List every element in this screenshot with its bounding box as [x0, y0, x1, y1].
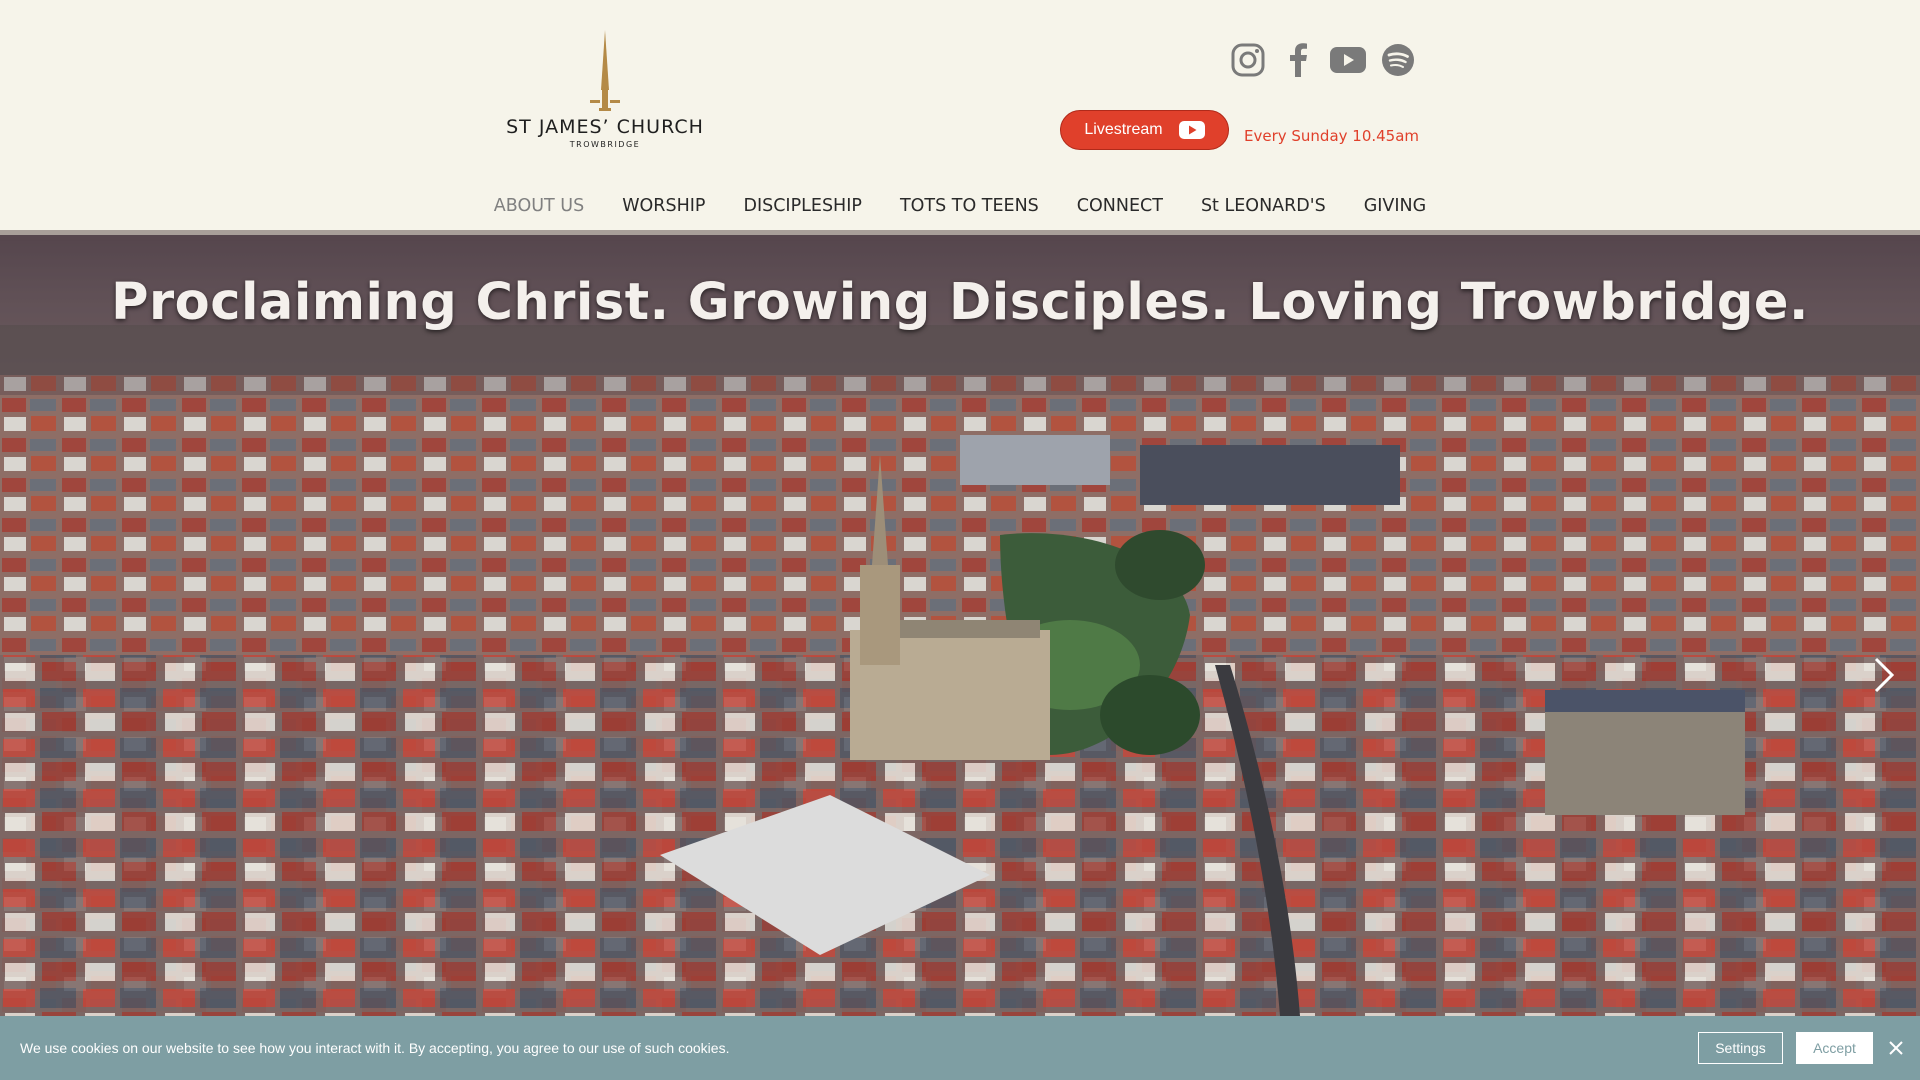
youtube-icon[interactable] [1330, 42, 1366, 78]
hero-banner: Proclaiming Christ. Growing Disciples. L… [0, 230, 1920, 1016]
youtube-play-icon [1178, 121, 1205, 139]
main-nav: ABOUT US WORSHIP DISCIPLESHIP TOTS TO TE… [0, 196, 1920, 216]
logo-subtitle: TROWBRIDGE [569, 140, 641, 149]
nav-item-about-us[interactable]: ABOUT US [475, 196, 603, 216]
slide-next-arrow-icon[interactable] [1868, 655, 1898, 695]
facebook-icon[interactable] [1280, 42, 1316, 78]
site-header: ST JAMES’ CHURCH TROWBRIDGE Livestream E… [0, 0, 1920, 230]
nav-item-connect[interactable]: CONNECT [1058, 196, 1182, 216]
aerial-town-image [0, 235, 1920, 1016]
close-icon[interactable] [1886, 1038, 1906, 1058]
church-logo[interactable]: ST JAMES’ CHURCH TROWBRIDGE [505, 30, 705, 160]
cookie-accept-button[interactable]: Accept [1796, 1032, 1873, 1064]
nav-item-tots-to-teens[interactable]: TOTS TO TEENS [881, 196, 1058, 216]
cookie-banner: We use cookies on our website to see how… [0, 1016, 1920, 1080]
social-links [1230, 42, 1416, 78]
spire-logo-icon [590, 30, 620, 111]
logo-title: ST JAMES’ CHURCH [506, 116, 704, 138]
spotify-icon[interactable] [1380, 42, 1416, 78]
hero-headline: Proclaiming Christ. Growing Disciples. L… [111, 273, 1809, 332]
instagram-icon[interactable] [1230, 42, 1266, 78]
service-time-text: Every Sunday 10.45am [1244, 127, 1420, 145]
cookie-settings-button[interactable]: Settings [1698, 1032, 1783, 1064]
livestream-button[interactable]: Livestream [1060, 110, 1229, 150]
nav-item-giving[interactable]: GIVING [1345, 196, 1446, 216]
livestream-label: Livestream [1084, 121, 1163, 138]
nav-item-worship[interactable]: WORSHIP [603, 196, 724, 216]
nav-item-discipleship[interactable]: DISCIPLESHIP [724, 196, 880, 216]
cookie-message: We use cookies on our website to see how… [20, 1040, 730, 1056]
nav-item-st-leonards[interactable]: St LEONARD'S [1182, 196, 1345, 216]
